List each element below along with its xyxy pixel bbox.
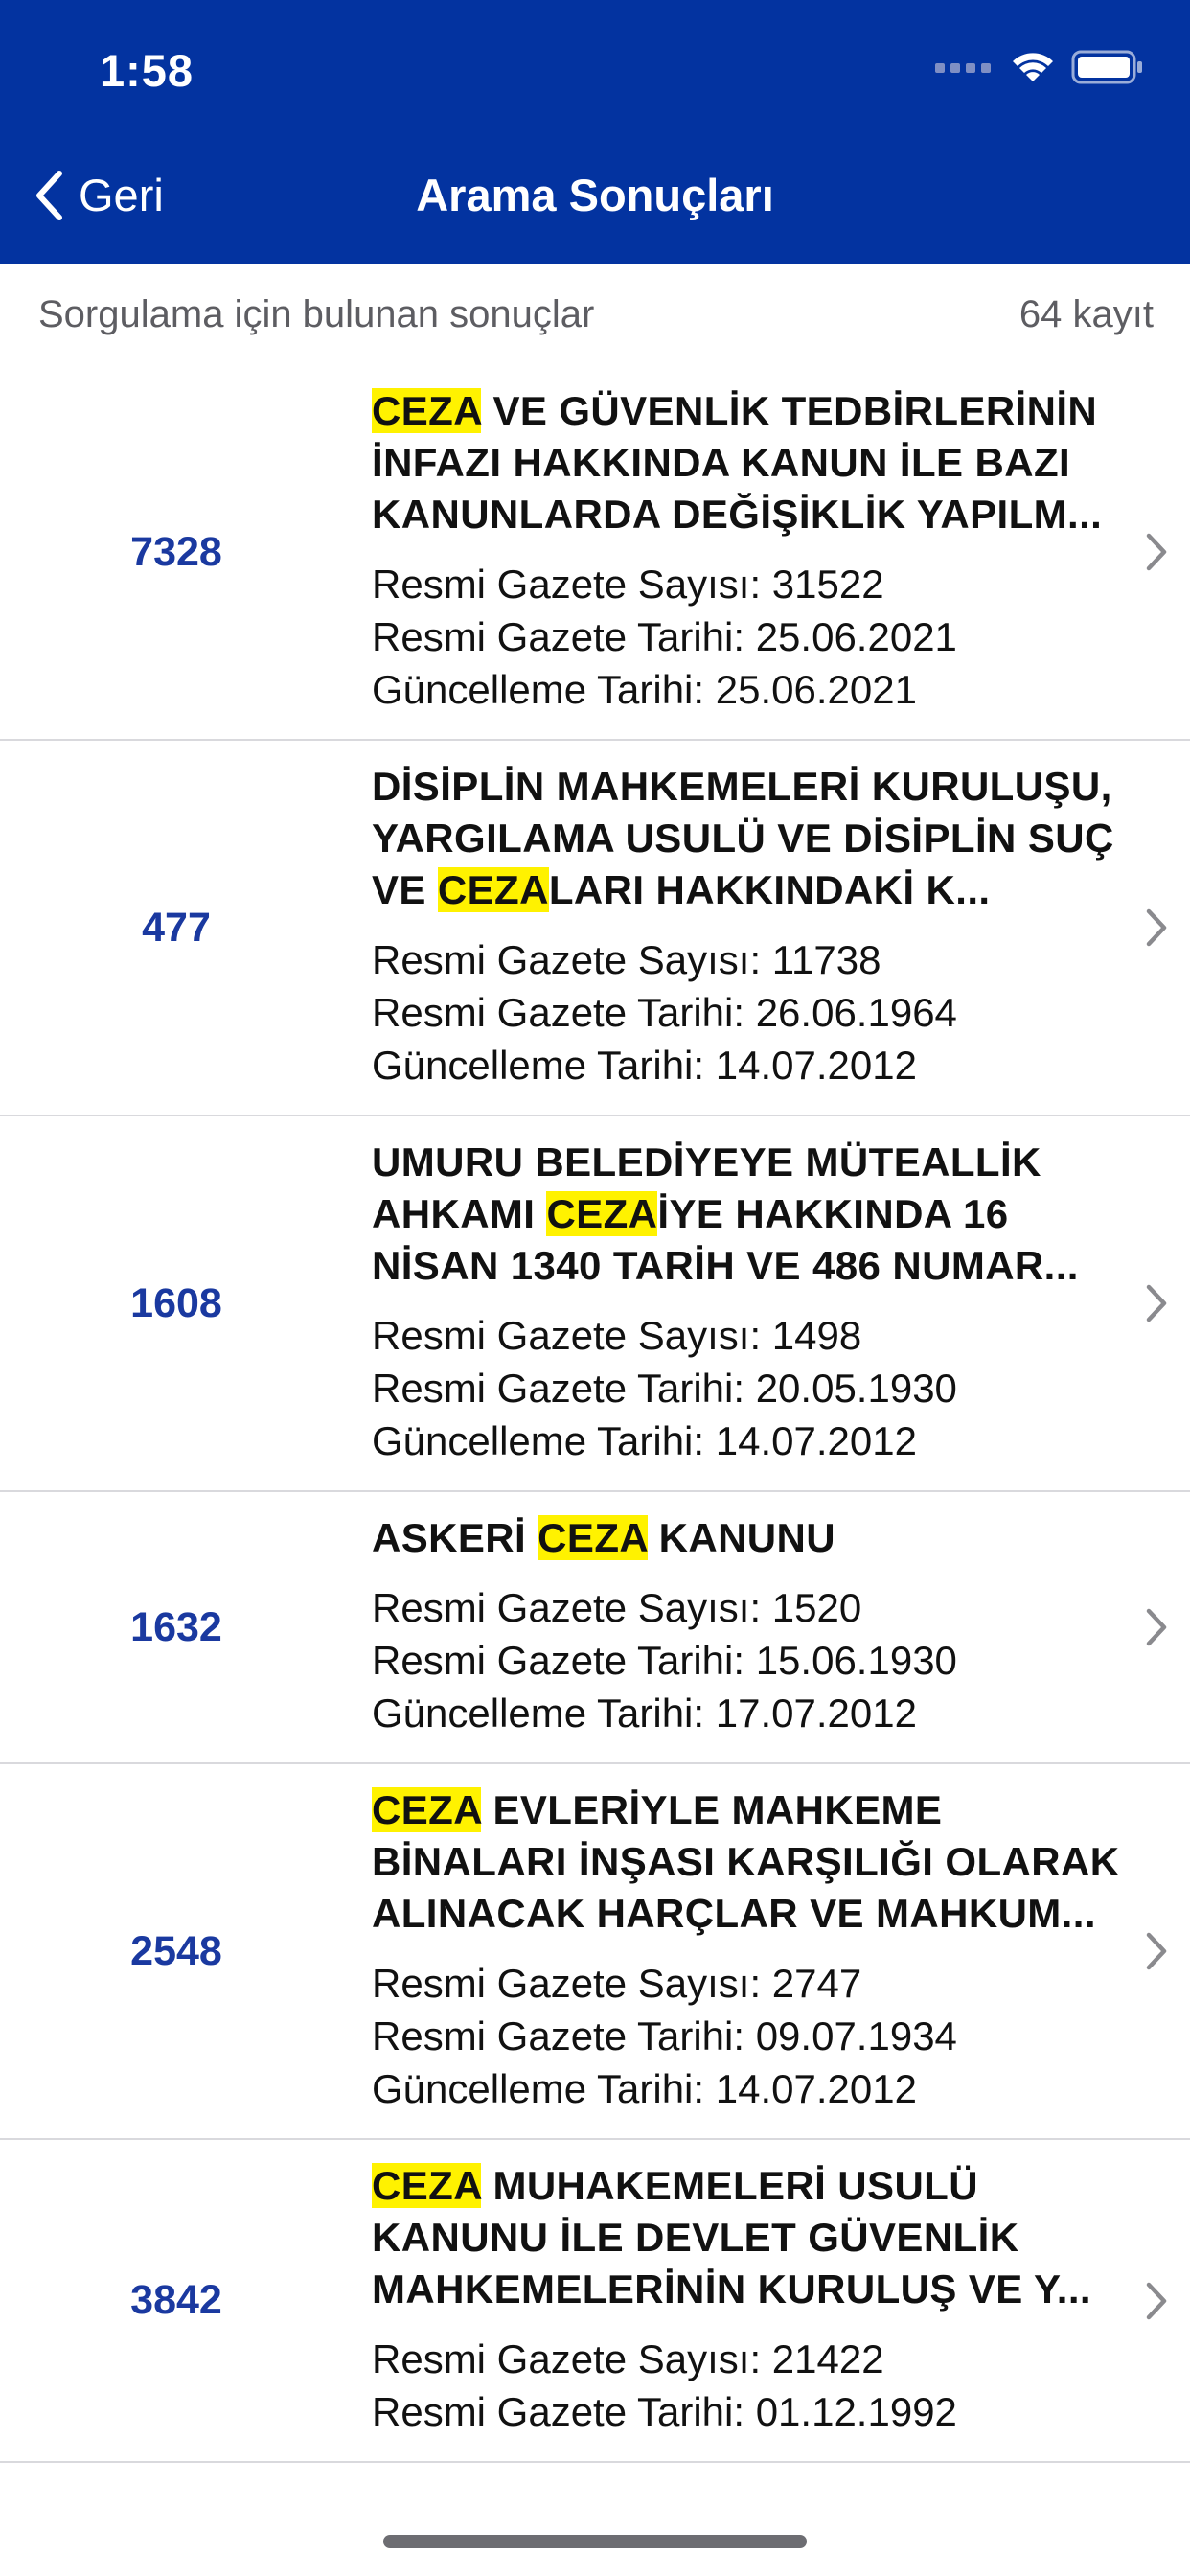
- search-term-highlight: CEZA: [546, 1191, 658, 1236]
- page-title: Arama Sonuçları: [416, 170, 774, 220]
- gazete-number: Resmi Gazete Sayısı: 2747: [372, 1961, 862, 2006]
- law-number: 3842: [130, 2277, 222, 2323]
- update-date: Güncelleme Tarihi: 25.06.2021: [372, 667, 917, 712]
- law-meta: Resmi Gazete Sayısı: 11738 Resmi Gazete …: [372, 933, 1129, 1092]
- chevron-right-icon: [1146, 533, 1167, 571]
- gazete-date: Resmi Gazete Tarihi: 20.05.1930: [372, 1366, 957, 1411]
- result-row[interactable]: 2548 CEZA EVLERİYLE MAHKEME BİNALARI İNŞ…: [0, 1764, 1190, 2140]
- summary-label: Sorgulama için bulunan sonuçlar: [38, 292, 595, 335]
- update-date: Güncelleme Tarihi: 14.07.2012: [372, 1418, 917, 1463]
- chevron-right-icon: [1146, 2282, 1167, 2319]
- update-date: Güncelleme Tarihi: 14.07.2012: [372, 2066, 917, 2111]
- chevron-right-icon: [1146, 1932, 1167, 1970]
- gazete-date: Resmi Gazete Tarihi: 01.12.1992: [372, 2389, 957, 2434]
- law-meta: Resmi Gazete Sayısı: 1498 Resmi Gazete T…: [372, 1309, 1129, 1467]
- results-list: 7328 CEZA VE GÜVENLİK TEDBİRLERİNİN İNFA…: [0, 365, 1190, 2463]
- update-date: Güncelleme Tarihi: 14.07.2012: [372, 1043, 917, 1088]
- status-icons: [935, 50, 1144, 84]
- app-screen: 1:58 Geri Arama Sonuçları Sorgulama için…: [0, 0, 1190, 2576]
- law-number: 477: [142, 904, 211, 951]
- gazete-number: Resmi Gazete Sayısı: 21422: [372, 2336, 884, 2381]
- law-title: CEZA MUHAKEMELERİ USULÜ KANUNU İLE DEVLE…: [372, 2160, 1129, 2315]
- result-body: CEZA MUHAKEMELERİ USULÜ KANUNU İLE DEVLE…: [372, 2140, 1129, 2461]
- gazete-date: Resmi Gazete Tarihi: 25.06.2021: [372, 614, 957, 659]
- result-row[interactable]: 1608 UMURU BELEDİYEYE MÜTEALLİK AHKAMI C…: [0, 1116, 1190, 1492]
- gazete-number: Resmi Gazete Sayısı: 31522: [372, 562, 884, 607]
- result-count: 64 kayıt: [1018, 292, 1154, 335]
- title-prefix: ASKERİ: [372, 1515, 538, 1560]
- chevron-right-icon: [1146, 1284, 1167, 1322]
- law-title: ASKERİ CEZA KANUNU: [372, 1512, 1129, 1564]
- law-meta: Resmi Gazete Sayısı: 31522 Resmi Gazete …: [372, 558, 1129, 716]
- law-number: 7328: [130, 528, 222, 575]
- result-body: CEZA VE GÜVENLİK TEDBİRLERİNİN İNFAZI HA…: [372, 365, 1129, 739]
- status-time: 1:58: [100, 45, 195, 96]
- law-title: UMURU BELEDİYEYE MÜTEALLİK AHKAMI CEZAİY…: [372, 1137, 1129, 1292]
- wifi-icon: [1013, 53, 1053, 81]
- navigation-header: 1:58 Geri Arama Sonuçları: [0, 0, 1190, 264]
- result-body: CEZA EVLERİYLE MAHKEME BİNALARI İNŞASI K…: [372, 1764, 1129, 2138]
- results-summary: Sorgulama için bulunan sonuçlar 64 kayıt: [0, 264, 1190, 365]
- gazete-date: Resmi Gazete Tarihi: 26.06.1964: [372, 990, 957, 1035]
- result-body: ASKERİ CEZA KANUNU Resmi Gazete Sayısı: …: [372, 1492, 1129, 1762]
- chevron-right-icon: [1146, 1608, 1167, 1646]
- gazete-number: Resmi Gazete Sayısı: 1498: [372, 1313, 862, 1358]
- title-suffix: VE GÜVENLİK TEDBİRLERİNİN İNFAZI HAKKIND…: [372, 388, 1103, 537]
- gazete-date: Resmi Gazete Tarihi: 15.06.1930: [372, 1638, 957, 1683]
- law-meta: Resmi Gazete Sayısı: 21422 Resmi Gazete …: [372, 2333, 1129, 2438]
- chevron-right-icon: [1146, 908, 1167, 947]
- result-row[interactable]: 7328 CEZA VE GÜVENLİK TEDBİRLERİNİN İNFA…: [0, 365, 1190, 741]
- law-meta: Resmi Gazete Sayısı: 1520 Resmi Gazete T…: [372, 1581, 1129, 1739]
- gazete-date: Resmi Gazete Tarihi: 09.07.1934: [372, 2013, 957, 2058]
- update-date: Güncelleme Tarihi: 17.07.2012: [372, 1690, 917, 1736]
- result-body: UMURU BELEDİYEYE MÜTEALLİK AHKAMI CEZAİY…: [372, 1116, 1129, 1490]
- home-indicator[interactable]: [383, 2535, 807, 2548]
- law-number: 1632: [130, 1603, 222, 1650]
- result-row[interactable]: 3842 CEZA MUHAKEMELERİ USULÜ KANUNU İLE …: [0, 2140, 1190, 2463]
- law-meta: Resmi Gazete Sayısı: 2747 Resmi Gazete T…: [372, 1957, 1129, 2115]
- search-term-highlight: CEZA: [372, 1787, 482, 1832]
- law-title: CEZA VE GÜVENLİK TEDBİRLERİNİN İNFAZI HA…: [372, 385, 1129, 540]
- law-number: 2548: [130, 1927, 222, 1974]
- search-term-highlight: CEZA: [372, 2163, 482, 2208]
- title-suffix: LARI HAKKINDAKİ K...: [548, 867, 991, 912]
- result-row[interactable]: 1632 ASKERİ CEZA KANUNU Resmi Gazete Say…: [0, 1492, 1190, 1764]
- battery-icon: [1071, 50, 1142, 84]
- title-suffix: EVLERİYLE MAHKEME BİNALARI İNŞASI KARŞIL…: [372, 1787, 1120, 1936]
- law-number: 1608: [130, 1279, 222, 1326]
- title-suffix: KANUNU: [647, 1515, 836, 1560]
- result-body: DİSİPLİN MAHKEMELERİ KURULUŞU, YARGILAMA…: [372, 741, 1129, 1115]
- gazete-number: Resmi Gazete Sayısı: 11738: [372, 937, 881, 982]
- search-term-highlight: CEZA: [538, 1515, 648, 1560]
- result-row[interactable]: 477 DİSİPLİN MAHKEMELERİ KURULUŞU, YARGI…: [0, 741, 1190, 1116]
- search-term-highlight: CEZA: [437, 867, 549, 912]
- search-term-highlight: CEZA: [372, 388, 482, 433]
- signal-icon: [935, 63, 991, 73]
- law-title: CEZA EVLERİYLE MAHKEME BİNALARI İNŞASI K…: [372, 1784, 1129, 1940]
- law-title: DİSİPLİN MAHKEMELERİ KURULUŞU, YARGILAMA…: [372, 761, 1129, 916]
- gazete-number: Resmi Gazete Sayısı: 1520: [372, 1585, 862, 1630]
